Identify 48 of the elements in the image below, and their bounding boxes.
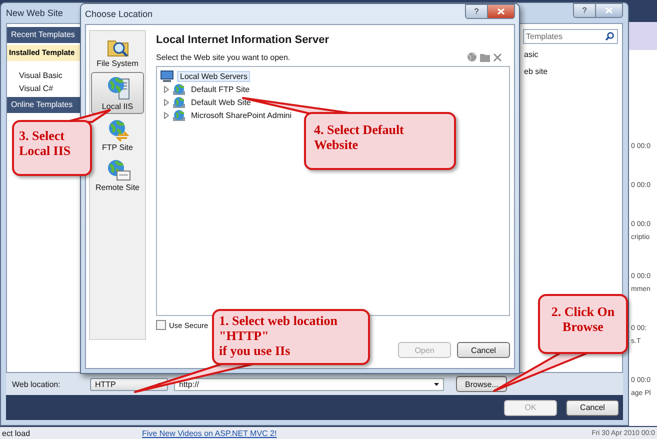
globe-server-icon (172, 108, 186, 122)
callout: 2. Click On Browse (538, 294, 628, 354)
template-item[interactable]: eb site (523, 65, 618, 78)
section-heading: Local Internet Information Server (156, 34, 330, 46)
caret-icon (434, 382, 439, 386)
search-field[interactable]: Templates (523, 29, 618, 44)
close-icon[interactable] (493, 52, 502, 62)
sidebar-item[interactable]: Visual C# (7, 82, 82, 95)
cancel-button[interactable]: Cancel (566, 400, 619, 416)
globe-server-icon (172, 96, 186, 108)
location-item[interactable]: Remote Site (95, 183, 140, 192)
url-field[interactable]: http:// (174, 378, 444, 390)
location-item[interactable]: FTP Site (102, 143, 133, 152)
close-button[interactable] (488, 4, 515, 19)
globe-icon[interactable] (467, 52, 477, 62)
location-item[interactable]: Local IIS (91, 72, 144, 114)
news-link[interactable]: Five New Videos on ASP.NET MVC 2! (142, 428, 277, 438)
field-label: Web location: (12, 380, 62, 388)
search-icon (605, 32, 614, 41)
window-title: Choose Location (85, 9, 153, 19)
tree-item[interactable]: Local Web Servers (177, 70, 250, 82)
status-text: ect load (2, 428, 32, 438)
expand-icon[interactable] (164, 98, 169, 106)
cancel-button[interactable]: Cancel (457, 342, 510, 358)
browse-button[interactable]: Browse... (456, 376, 508, 392)
sidebar-header[interactable]: Recent Templates (7, 27, 82, 43)
window-title: New Web Site (6, 8, 63, 18)
location-dropdown[interactable]: HTTP (90, 378, 168, 390)
help-button[interactable]: ? (573, 3, 596, 18)
sidebar-item[interactable]: Visual Basic (7, 69, 82, 82)
close-icon (497, 8, 505, 15)
tree-item[interactable]: Default FTP Site (189, 84, 252, 94)
close-icon (605, 7, 613, 14)
expand-icon[interactable] (164, 86, 169, 92)
computer-icon (160, 70, 174, 82)
globe-server-icon (172, 82, 186, 96)
instruction-text: Select the Web site you want to open. (156, 52, 290, 62)
folder-icon[interactable] (480, 52, 490, 62)
location-item[interactable]: File System (96, 59, 138, 68)
expand-icon[interactable] (164, 112, 169, 118)
tree-item[interactable]: Microsoft SharePoint Admini (189, 110, 294, 120)
template-item[interactable]: asic (523, 48, 618, 61)
help-button[interactable]: ? (465, 4, 488, 19)
tree-item[interactable]: Default Web Site (189, 98, 253, 106)
sidebar-header[interactable]: Online Templates (7, 97, 82, 113)
checkbox[interactable] (156, 320, 166, 330)
callout: 3. Select Local IIS (12, 120, 92, 176)
close-button[interactable] (596, 3, 623, 18)
